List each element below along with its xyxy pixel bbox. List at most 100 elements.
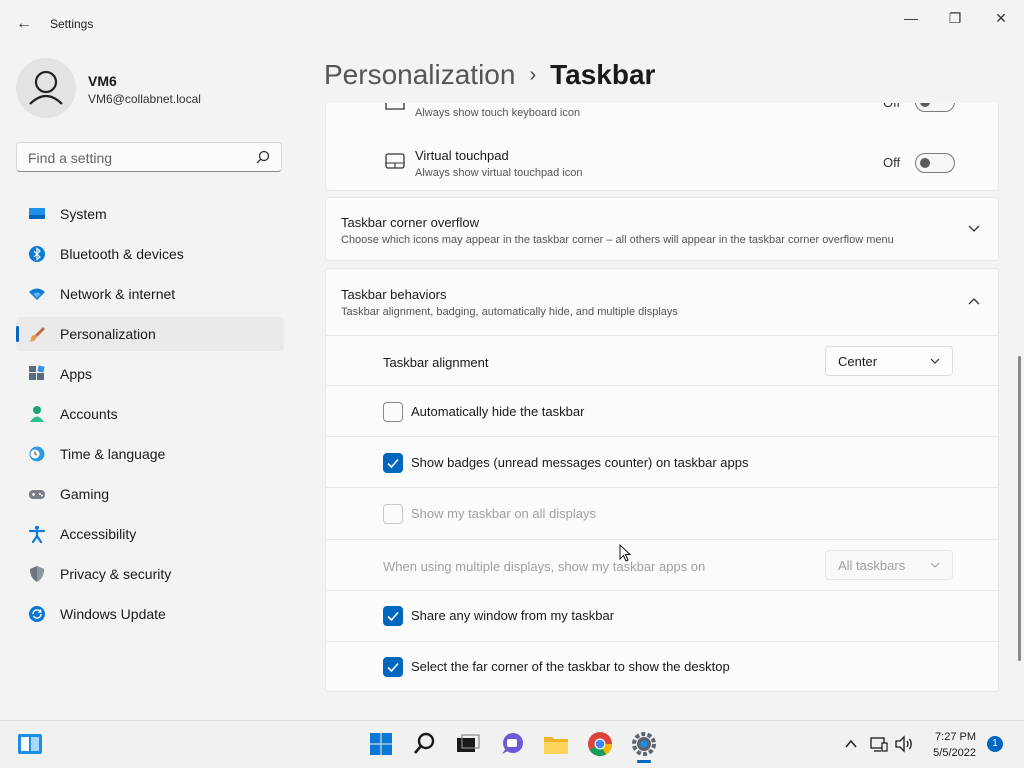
chat-icon[interactable] bbox=[498, 730, 526, 758]
virtual-touchpad-title: Virtual touchpad bbox=[415, 148, 509, 163]
minimize-button[interactable]: — bbox=[888, 6, 934, 30]
user-icon bbox=[29, 70, 63, 105]
chevron-up-icon[interactable] bbox=[968, 297, 980, 305]
sidebar-item-label: Gaming bbox=[60, 486, 110, 502]
sidebar-item-bluetooth[interactable]: Bluetooth & devices bbox=[16, 237, 284, 271]
badges-checkbox[interactable] bbox=[383, 453, 403, 473]
virtual-touchpad-toggle[interactable] bbox=[915, 153, 955, 173]
mouse-cursor-icon bbox=[619, 544, 632, 562]
sidebar-item-label: Bluetooth & devices bbox=[60, 246, 184, 262]
divider bbox=[325, 385, 999, 386]
back-button[interactable]: ← bbox=[10, 12, 38, 36]
user-name: VM6 bbox=[88, 73, 117, 89]
search-icon[interactable] bbox=[411, 730, 439, 758]
checkmark-icon bbox=[387, 611, 399, 622]
touch-keyboard-toggle-clip bbox=[915, 103, 955, 112]
title-bar bbox=[0, 0, 1024, 48]
active-app-indicator bbox=[637, 760, 651, 763]
multi-display-value: All taskbars bbox=[838, 558, 906, 573]
touch-keyboard-subtitle: Always show touch keyboard icon bbox=[415, 107, 581, 119]
widgets-icon[interactable] bbox=[16, 730, 44, 758]
sidebar-item-label: System bbox=[60, 206, 107, 222]
clock[interactable]: 7:27 PM 5/5/2022 bbox=[933, 729, 976, 761]
sidebar-item-gaming[interactable]: Gaming bbox=[16, 477, 284, 511]
personalization-icon bbox=[29, 327, 45, 342]
sidebar-item-label: Personalization bbox=[60, 326, 156, 342]
sidebar-item-windows-update[interactable]: Windows Update bbox=[16, 597, 284, 631]
taskbar-alignment-label: Taskbar alignment bbox=[383, 355, 489, 370]
gaming-icon bbox=[29, 490, 45, 499]
taskbar-behaviors-title: Taskbar behaviors bbox=[341, 287, 447, 302]
accessibility-icon bbox=[28, 525, 46, 543]
touchpad-icon bbox=[385, 153, 405, 169]
corner-overflow-title: Taskbar corner overflow bbox=[341, 215, 479, 230]
clock-date: 5/5/2022 bbox=[933, 747, 976, 759]
corner-overflow-subtitle: Choose which icons may appear in the tas… bbox=[341, 234, 894, 246]
search-icon bbox=[256, 150, 270, 164]
sidebar-item-label: Apps bbox=[60, 366, 92, 382]
divider bbox=[325, 436, 999, 437]
search-input[interactable] bbox=[26, 148, 250, 168]
sidebar-item-system[interactable]: System bbox=[16, 197, 284, 231]
start-icon[interactable] bbox=[367, 730, 395, 758]
chevron-down-icon bbox=[930, 358, 940, 364]
search-box[interactable] bbox=[16, 142, 282, 172]
sidebar-item-accounts[interactable]: Accounts bbox=[16, 397, 284, 431]
apps-icon bbox=[29, 365, 45, 380]
taskbar-alignment-dropdown[interactable]: Center bbox=[825, 346, 953, 376]
task-view-icon[interactable] bbox=[454, 730, 482, 758]
divider bbox=[325, 487, 999, 488]
selection-indicator bbox=[16, 326, 19, 342]
share-window-label: Share any window from my taskbar bbox=[411, 608, 615, 623]
all-displays-label: Show my taskbar on all displays bbox=[411, 506, 596, 521]
auto-hide-checkbox[interactable] bbox=[383, 402, 403, 422]
chevron-down-icon bbox=[930, 562, 940, 568]
volume-icon[interactable] bbox=[894, 735, 914, 753]
close-button[interactable]: ✕ bbox=[978, 6, 1024, 30]
divider bbox=[325, 641, 999, 642]
time-language-icon bbox=[29, 446, 45, 462]
virtual-touchpad-subtitle: Always show virtual touchpad icon bbox=[415, 167, 583, 179]
breadcrumb-parent[interactable]: Personalization bbox=[324, 59, 515, 90]
network-icon bbox=[29, 288, 45, 300]
settings-gear-icon[interactable] bbox=[630, 730, 658, 758]
sidebar-item-personalization[interactable]: Personalization bbox=[16, 317, 284, 351]
far-corner-checkbox[interactable] bbox=[383, 657, 403, 677]
file-explorer-icon[interactable] bbox=[542, 730, 570, 758]
divider bbox=[325, 590, 999, 591]
scrollbar-thumb[interactable] bbox=[1018, 356, 1021, 661]
checkmark-icon bbox=[387, 662, 399, 673]
sidebar-item-time-language[interactable]: Time & language bbox=[16, 437, 284, 471]
taskbar-behaviors-subtitle: Taskbar alignment, badging, automaticall… bbox=[341, 306, 678, 318]
touch-keyboard-icon bbox=[385, 103, 405, 110]
sidebar-item-label: Network & internet bbox=[60, 286, 176, 302]
badges-label: Show badges (unread messages counter) on… bbox=[411, 455, 749, 470]
touch-keyboard-state: Off bbox=[883, 103, 900, 110]
breadcrumb-separator: › bbox=[529, 64, 537, 86]
sidebar-item-apps[interactable]: Apps bbox=[16, 357, 284, 391]
page-title: Taskbar bbox=[550, 59, 656, 90]
sidebar-item-network[interactable]: Network & internet bbox=[16, 277, 284, 311]
system-icon bbox=[29, 208, 45, 219]
maximize-button[interactable]: ❐ bbox=[932, 6, 978, 30]
sidebar-item-label: Privacy & security bbox=[60, 566, 172, 582]
share-window-checkbox[interactable] bbox=[383, 606, 403, 626]
divider bbox=[325, 539, 999, 540]
app-title: Settings bbox=[50, 17, 94, 31]
all-displays-checkbox bbox=[383, 504, 403, 524]
avatar[interactable] bbox=[16, 58, 76, 118]
windows-update-icon bbox=[29, 606, 45, 622]
touch-keyboard-toggle[interactable] bbox=[915, 103, 955, 112]
chevron-down-icon[interactable] bbox=[968, 225, 980, 233]
sidebar-item-privacy[interactable]: Privacy & security bbox=[16, 557, 284, 591]
taskbar-alignment-value: Center bbox=[838, 354, 878, 369]
chrome-icon[interactable] bbox=[586, 730, 614, 758]
chevron-up-icon[interactable] bbox=[844, 737, 858, 751]
checkmark-icon bbox=[387, 458, 399, 469]
shield-icon bbox=[30, 566, 44, 582]
breadcrumb: Personalization › Taskbar bbox=[324, 58, 655, 95]
notification-badge[interactable]: 1 bbox=[987, 736, 1003, 752]
network-monitor-icon[interactable] bbox=[870, 735, 888, 753]
user-email: VM6@collabnet.local bbox=[88, 92, 201, 106]
sidebar-item-accessibility[interactable]: Accessibility bbox=[16, 517, 284, 551]
